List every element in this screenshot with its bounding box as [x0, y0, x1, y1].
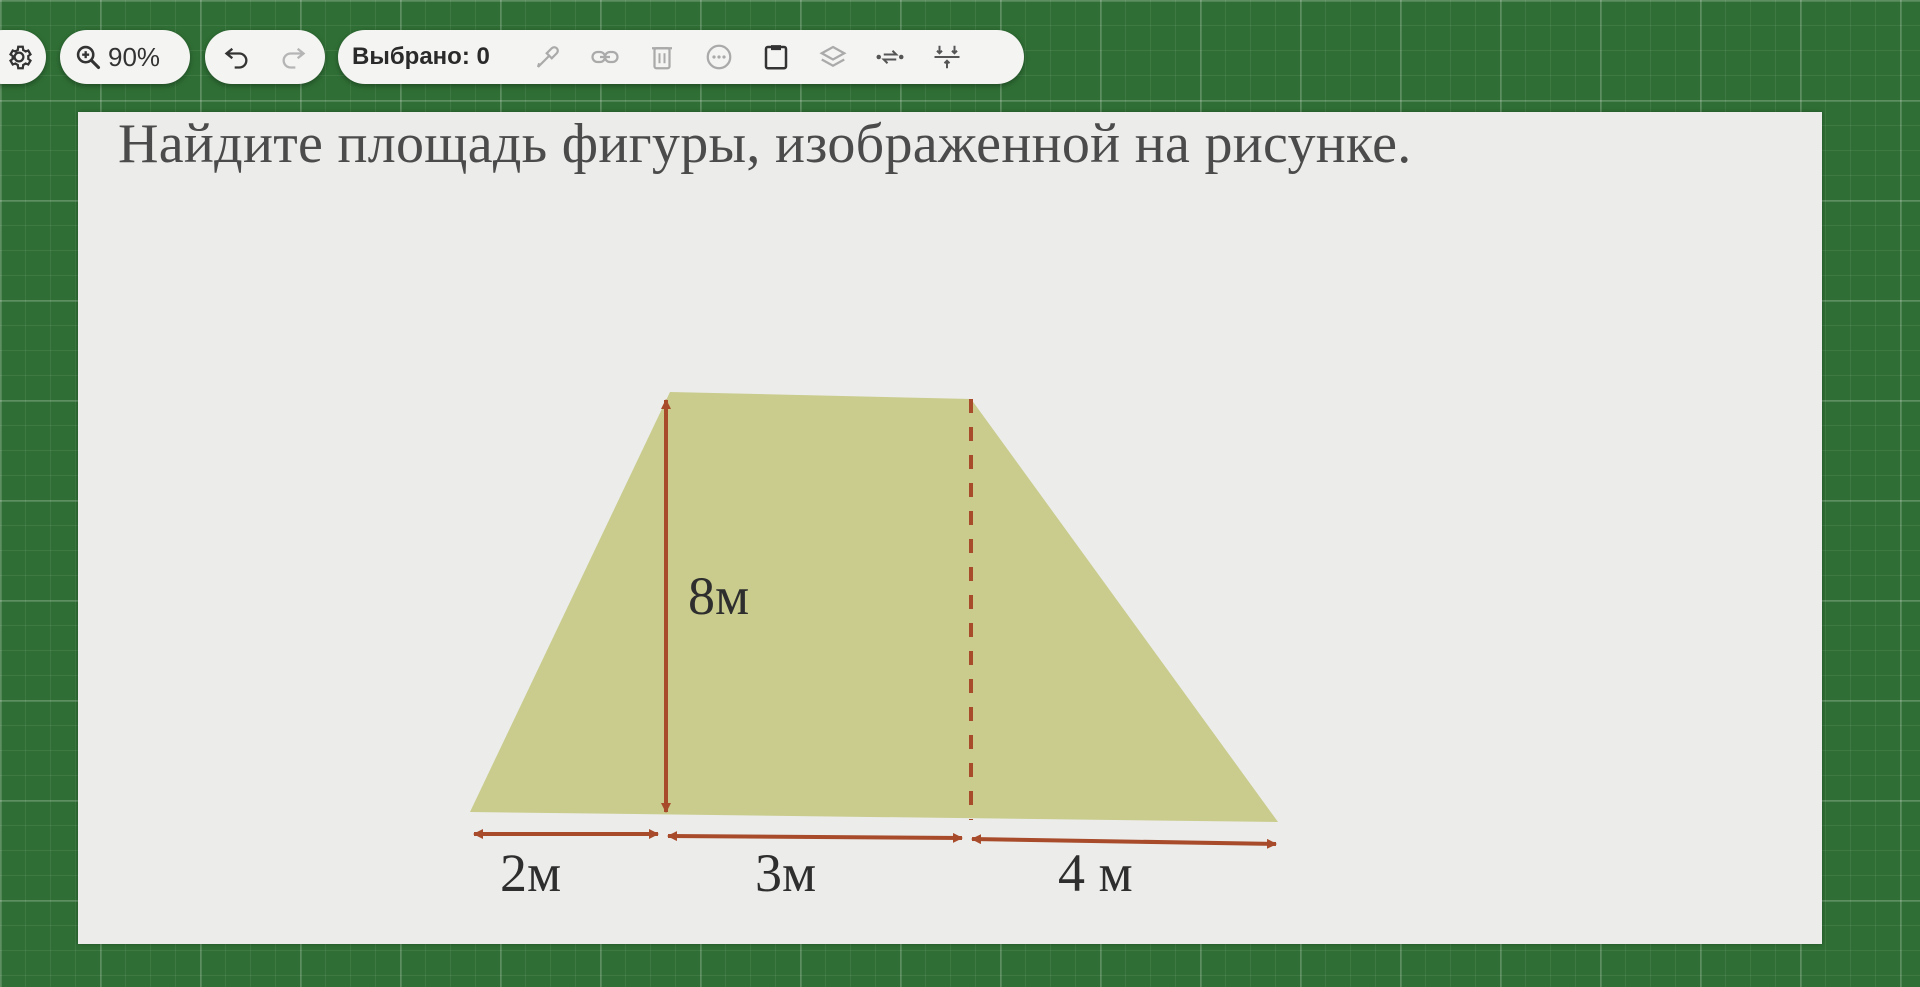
undo-icon[interactable]	[223, 43, 251, 71]
slide-canvas[interactable]: Найдите площадь фигуры, изображенной на …	[78, 112, 1822, 944]
redo-icon[interactable]	[279, 43, 307, 71]
height-label: 8м	[688, 566, 750, 626]
gear-icon	[4, 42, 34, 72]
left-base-label: 2м	[500, 843, 562, 903]
selection-count: Выбрано: 0	[352, 43, 490, 70]
zoom-value: 90%	[108, 41, 161, 72]
base-segment-middle	[667, 831, 963, 843]
trapezoid-figure	[470, 392, 1278, 849]
zoom-control[interactable]: 90%	[60, 30, 190, 84]
more-icon[interactable]	[699, 37, 739, 77]
right-base-label: 4 м	[1058, 843, 1133, 903]
middle-base-label: 3м	[755, 843, 817, 903]
selection-toolbar: Выбрано: 0	[338, 30, 1024, 84]
eyedropper-icon[interactable]	[528, 37, 568, 77]
layers-icon[interactable]	[813, 37, 853, 77]
clipboard-icon[interactable]	[756, 37, 796, 77]
link-icon[interactable]	[585, 37, 625, 77]
history-controls	[205, 30, 325, 84]
trash-icon[interactable]	[642, 37, 682, 77]
align-icon[interactable]	[927, 37, 967, 77]
flip-icon[interactable]	[870, 37, 910, 77]
settings-button[interactable]	[0, 30, 46, 84]
zoom-in-icon	[74, 43, 102, 71]
trapezoid-shape	[470, 392, 1278, 822]
